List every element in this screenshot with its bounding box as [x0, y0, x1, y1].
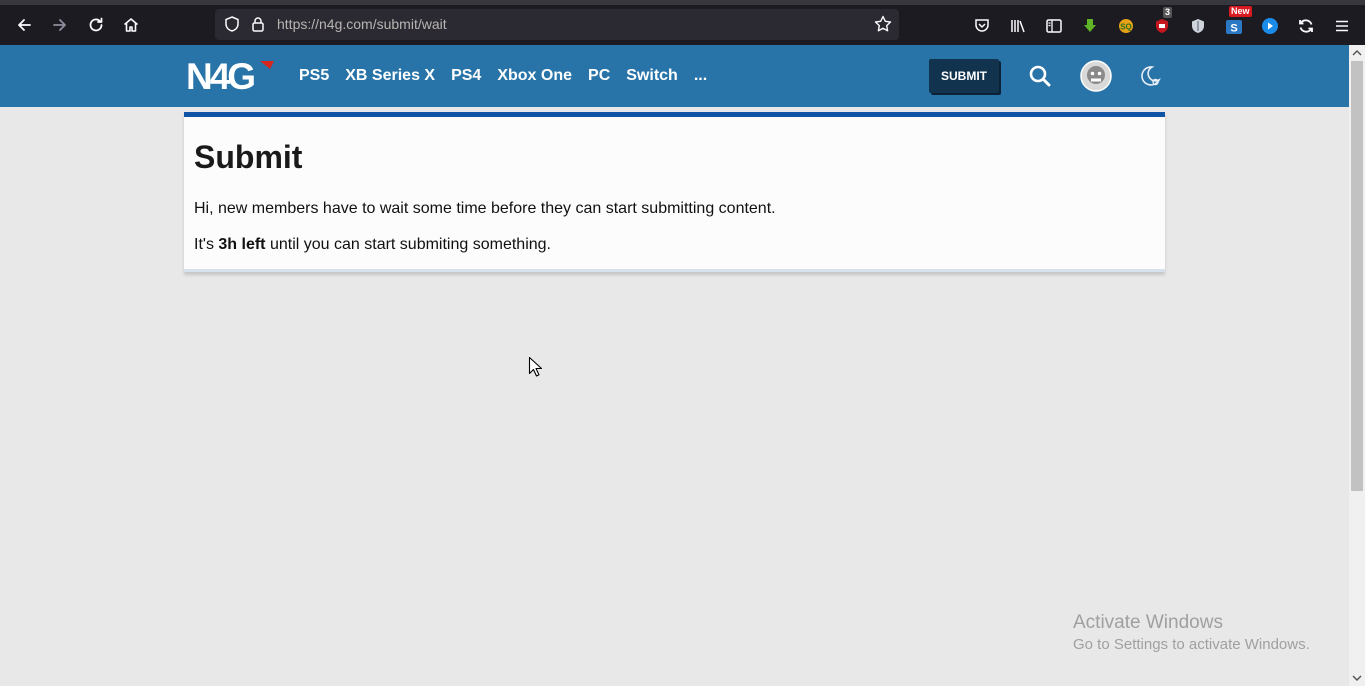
site-header: N4G PS5 XB Series X PS4 Xbox One PC Swit…: [0, 45, 1349, 107]
wait-time: 3h left: [218, 236, 266, 253]
reload-icon: [89, 17, 103, 32]
menu-button[interactable]: [1331, 15, 1353, 37]
nav-more[interactable]: ...: [694, 67, 707, 85]
wait-time-message: It's 3h left until you can start submiti…: [194, 236, 551, 254]
moon-gear-icon: [1141, 66, 1161, 86]
nav-switch[interactable]: Switch: [626, 67, 678, 85]
sidebar-button[interactable]: [1043, 15, 1065, 37]
forward-button[interactable]: [46, 11, 74, 39]
sidebar-icon: [1046, 19, 1062, 33]
arrow-left-icon: [18, 19, 31, 31]
shield-icon[interactable]: [223, 15, 241, 33]
n4g-logo[interactable]: N4G: [186, 56, 278, 99]
mouse-cursor-icon: [528, 356, 543, 377]
browser-toolbar: https://n4g.com/submit/wait SQ 3 S New: [0, 0, 1365, 45]
scroll-up-arrow-icon[interactable]: [1352, 48, 1362, 58]
wait-message: Hi, new members have to wait some time b…: [194, 200, 776, 217]
submit-wait-card: Submit Hi, new members have to wait some…: [184, 112, 1165, 272]
url-bar[interactable]: https://n4g.com/submit/wait: [215, 9, 899, 40]
main-nav: PS5 XB Series X PS4 Xbox One PC Switch .…: [299, 67, 723, 85]
wait-suffix: until you can start submiting something.: [265, 236, 551, 253]
search-button[interactable]: [1024, 60, 1056, 92]
svg-text:SQ: SQ: [1120, 23, 1132, 32]
nav-ps4[interactable]: PS4: [451, 67, 481, 85]
nav-xb-series-x[interactable]: XB Series X: [345, 67, 435, 85]
reload-button[interactable]: [82, 11, 110, 39]
page-title: Submit: [194, 139, 303, 175]
page-scrollbar[interactable]: [1349, 45, 1365, 686]
download-extension-button[interactable]: [1079, 15, 1101, 37]
privacy-extension-button[interactable]: [1187, 15, 1209, 37]
arrow-right-icon: [53, 19, 66, 31]
avatar-icon: [1080, 60, 1112, 92]
theme-toggle-button[interactable]: [1134, 60, 1166, 92]
watermark-subtitle: Go to Settings to activate Windows.: [1073, 636, 1310, 653]
news-extension-button[interactable]: S New: [1223, 6, 1252, 37]
url-text[interactable]: https://n4g.com/submit/wait: [277, 16, 447, 32]
pocket-icon: [975, 19, 989, 32]
new-badge: New: [1229, 6, 1252, 17]
hamburger-menu-icon: [1336, 20, 1348, 32]
nav-ps5[interactable]: PS5: [299, 67, 329, 85]
news-s-icon: S: [1226, 20, 1242, 35]
library-icon: [1011, 20, 1025, 33]
ublock-extension-button[interactable]: 3: [1151, 7, 1173, 37]
submit-button[interactable]: SUBMIT: [929, 59, 999, 93]
activate-windows-watermark: Activate Windows Go to Settings to activ…: [1073, 612, 1310, 653]
scroll-down-arrow-icon[interactable]: [1352, 673, 1362, 683]
nav-pc[interactable]: PC: [588, 67, 610, 85]
watermark-title: Activate Windows: [1073, 612, 1223, 633]
wait-prefix: It's: [194, 236, 219, 253]
ublock-shield-icon: [1156, 19, 1168, 33]
card-bottom-border: [184, 269, 1165, 272]
bookmark-star-icon[interactable]: [873, 14, 893, 34]
privacy-shield-icon: [1192, 19, 1204, 33]
back-button[interactable]: [10, 11, 38, 39]
logo-text: N4G: [186, 58, 254, 94]
library-button[interactable]: [1007, 15, 1029, 37]
pocket-button[interactable]: [971, 15, 993, 37]
extension-count-badge: 3: [1163, 7, 1173, 18]
nav-xbox-one[interactable]: Xbox One: [497, 67, 572, 85]
download-arrow-icon: [1084, 19, 1096, 32]
svg-text:S: S: [1230, 23, 1237, 35]
seoquake-icon: SQ: [1119, 19, 1133, 33]
home-icon: [123, 18, 139, 32]
play-circle-icon: [1262, 18, 1278, 34]
home-button[interactable]: [117, 11, 145, 39]
search-icon: [1029, 65, 1051, 87]
sync-icon: [1299, 19, 1313, 33]
sync-button[interactable]: [1295, 15, 1317, 37]
video-extension-button[interactable]: [1259, 15, 1281, 37]
user-avatar-button[interactable]: [1080, 60, 1112, 92]
scrollbar-thumb[interactable]: [1351, 61, 1363, 491]
lock-icon[interactable]: [249, 15, 267, 33]
seoquake-extension-button[interactable]: SQ: [1115, 15, 1137, 37]
